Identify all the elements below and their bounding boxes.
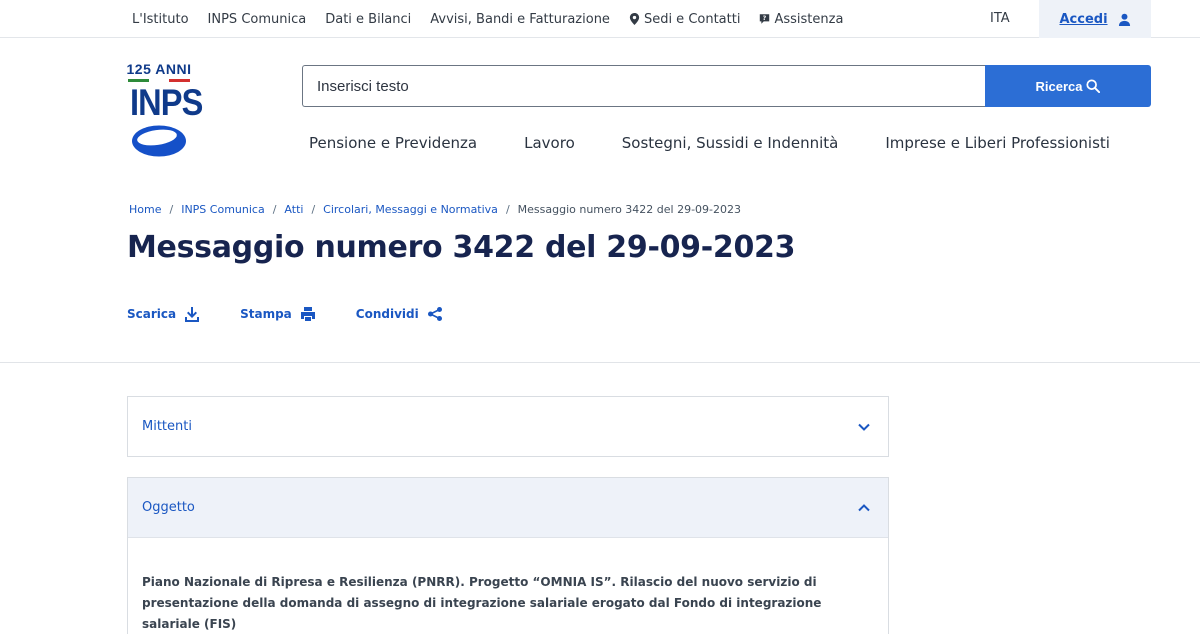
toplink-dati-bilanci[interactable]: Dati e Bilanci <box>325 12 411 27</box>
search-icon <box>1086 79 1101 93</box>
download-label: Scarica <box>127 307 177 321</box>
assistenza-label: Assistenza <box>774 11 844 27</box>
breadcrumb: Home / INPS Comunica / Atti / Circolari,… <box>129 203 741 216</box>
logo-anniversary-text: 125 ANNI <box>126 61 192 77</box>
toplink-assistenza[interactable]: ? Assistenza <box>759 12 843 27</box>
top-links: L'Istituto INPS Comunica Dati e Bilanci … <box>132 0 843 38</box>
help-chat-icon: ? <box>760 14 770 24</box>
breadcrumb-atti[interactable]: Atti <box>284 203 303 216</box>
accordion-mittenti: Mittenti <box>127 396 889 457</box>
nav-sostegni-sussidi[interactable]: Sostegni, Sussidi e Indennità <box>622 134 839 154</box>
accordion-oggetto-header[interactable]: Oggetto <box>128 478 888 538</box>
accordion-oggetto-content: Piano Nazionale di Ripresa e Resilienza … <box>142 575 822 631</box>
accordion-oggetto-label: Oggetto <box>142 500 195 515</box>
language-selector[interactable]: ITA <box>990 11 1010 26</box>
print-label: Stampa <box>240 307 292 321</box>
share-button[interactable]: Condividi <box>356 306 443 322</box>
page-title: Messaggio numero 3422 del 29-09-2023 <box>127 230 796 265</box>
logo-name: INPS <box>129 82 203 123</box>
accordion-oggetto: Oggetto Piano Nazionale di Ripresa e Res… <box>127 477 889 634</box>
login-label: Accedi <box>1059 11 1108 27</box>
user-icon <box>1118 13 1130 26</box>
nav-lavoro[interactable]: Lavoro <box>524 134 575 154</box>
toplink-inps-comunica[interactable]: INPS Comunica <box>208 12 307 27</box>
breadcrumb-home[interactable]: Home <box>129 203 161 216</box>
main-navigation: Pensione e Previdenza Lavoro Sostegni, S… <box>309 134 1110 154</box>
print-button[interactable]: Stampa <box>240 306 316 322</box>
breadcrumb-separator: / <box>311 203 316 216</box>
inps-logo[interactable]: 125 ANNI INPS <box>126 61 203 160</box>
breadcrumb-circolari[interactable]: Circolari, Messaggi e Normativa <box>323 203 498 216</box>
sedi-label: Sedi e Contatti <box>643 11 741 27</box>
download-icon <box>185 307 200 322</box>
nav-pensione-previdenza[interactable]: Pensione e Previdenza <box>309 134 477 154</box>
share-label: Condividi <box>355 307 419 321</box>
accordion-mittenti-label: Mittenti <box>142 419 192 434</box>
logo-emblem-icon <box>132 125 186 157</box>
page-actions: Scarica Stampa Condividi <box>127 306 443 322</box>
accordion-mittenti-header[interactable]: Mittenti <box>128 397 888 456</box>
toplink-sedi-contatti[interactable]: Sedi e Contatti <box>629 11 741 27</box>
download-button[interactable]: Scarica <box>127 306 200 322</box>
breadcrumb-separator: / <box>505 203 510 216</box>
nav-imprese-professionisti[interactable]: Imprese e Liberi Professionisti <box>885 134 1110 154</box>
search-input[interactable] <box>302 65 985 107</box>
toplink-avvisi-bandi[interactable]: Avvisi, Bandi e Fatturazione <box>430 12 610 27</box>
breadcrumb-separator: / <box>169 203 174 216</box>
search-button-label: Ricerca <box>1035 78 1083 94</box>
print-icon <box>300 307 315 321</box>
breadcrumb-current: Messaggio numero 3422 del 29-09-2023 <box>517 203 742 216</box>
top-utility-bar: L'Istituto INPS Comunica Dati e Bilanci … <box>0 0 1200 38</box>
share-icon <box>427 307 442 321</box>
chevron-up-icon <box>858 503 870 511</box>
section-divider <box>0 362 1200 363</box>
map-pin-icon <box>629 13 640 25</box>
breadcrumb-inps-comunica[interactable]: INPS Comunica <box>181 203 265 216</box>
login-button[interactable]: Accedi <box>1039 0 1151 38</box>
breadcrumb-separator: / <box>272 203 277 216</box>
svg-text:?: ? <box>763 15 767 22</box>
search-bar: Ricerca <box>302 65 1151 107</box>
search-button[interactable]: Ricerca <box>985 65 1151 107</box>
toplink-istituto[interactable]: L'Istituto <box>132 12 189 27</box>
chevron-down-icon <box>858 423 870 431</box>
